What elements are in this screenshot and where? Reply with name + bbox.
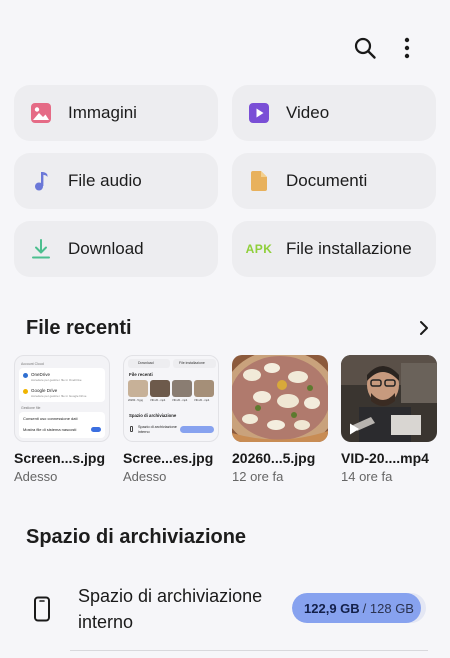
thumb-image (128, 380, 148, 397)
storage-item-label: Spazio di archiviazione interno (78, 586, 263, 632)
category-installation-files[interactable]: APK File installazione (232, 221, 436, 277)
apk-icon: APK (245, 242, 273, 256)
thumb-card: Consenti uso connessione dati Mostra fil… (19, 412, 105, 438)
top-bar (0, 0, 450, 80)
category-download[interactable]: Download (14, 221, 218, 277)
file-name: Scree...es.jpg (123, 450, 214, 466)
recent-file-item[interactable]: VID-20....mp4 14 ore fa (341, 355, 437, 484)
recent-files-title: File recenti (26, 317, 132, 339)
search-icon[interactable] (351, 34, 379, 62)
storage-usage-pill: 122,9 GB / 128 GB (292, 593, 426, 623)
toggle-switch (91, 427, 101, 432)
thumb-image (172, 380, 192, 397)
file-time: Adesso (123, 469, 167, 484)
storage-total: / 128 GB (362, 600, 414, 616)
category-video[interactable]: Video (232, 85, 436, 141)
thumb-tab: Download (128, 359, 170, 368)
file-time: 14 ore fa (341, 469, 393, 484)
category-label: Video (286, 103, 330, 122)
file-name: 20260...5.jpg (232, 450, 316, 466)
category-documents[interactable]: Documenti (232, 153, 436, 209)
download-icon (14, 221, 68, 277)
document-icon (232, 153, 286, 209)
chevron-right-icon[interactable] (414, 318, 434, 338)
thumb-storage-pill (180, 426, 214, 433)
thumb-tab: File installazione (173, 359, 216, 368)
video-play-icon (232, 85, 286, 141)
phone-icon (130, 426, 133, 432)
category-audio[interactable]: File audio (14, 153, 218, 209)
screenshot-thumbnail: Account Cloud OneDrive Accedere per gest… (14, 355, 110, 442)
recent-file-item[interactable]: 20260...5.jpg 12 ore fa (232, 355, 328, 484)
category-label: Documenti (286, 171, 368, 190)
phone-icon (32, 596, 52, 622)
internal-storage-item[interactable]: Spazio di archiviazione interno 122,9 GB… (0, 578, 450, 648)
video-thumbnail (341, 355, 437, 442)
storage-section-title: Spazio di archiviazione (26, 526, 247, 548)
file-time: 12 ore fa (232, 469, 284, 484)
file-time: Adesso (14, 469, 58, 484)
play-icon (347, 422, 361, 436)
more-vertical-icon[interactable] (393, 34, 421, 62)
file-name: Screen...s.jpg (14, 450, 106, 466)
google-drive-icon (23, 389, 28, 394)
image-icon (14, 85, 68, 141)
category-images[interactable]: Immagini (14, 85, 218, 141)
thumb-image (150, 380, 170, 397)
photo-thumbnail (232, 355, 328, 442)
divider (70, 650, 428, 651)
music-note-icon (14, 153, 68, 209)
file-name: VID-20....mp4 (341, 450, 429, 466)
screenshot-thumbnail: Download File installazione File recenti… (123, 355, 219, 442)
onedrive-icon (23, 373, 28, 378)
category-label: File installazione (286, 239, 412, 258)
recent-file-item[interactable]: Account Cloud OneDrive Accedere per gest… (14, 355, 110, 484)
recent-file-item[interactable]: Download File installazione File recenti… (123, 355, 219, 484)
thumb-image (194, 380, 214, 397)
category-label: Immagini (68, 103, 137, 122)
storage-used: 122,9 GB (304, 600, 360, 616)
category-label: Download (68, 239, 144, 258)
category-label: File audio (68, 171, 142, 190)
thumb-card: OneDrive Accedere per gestire i file in … (19, 368, 105, 402)
